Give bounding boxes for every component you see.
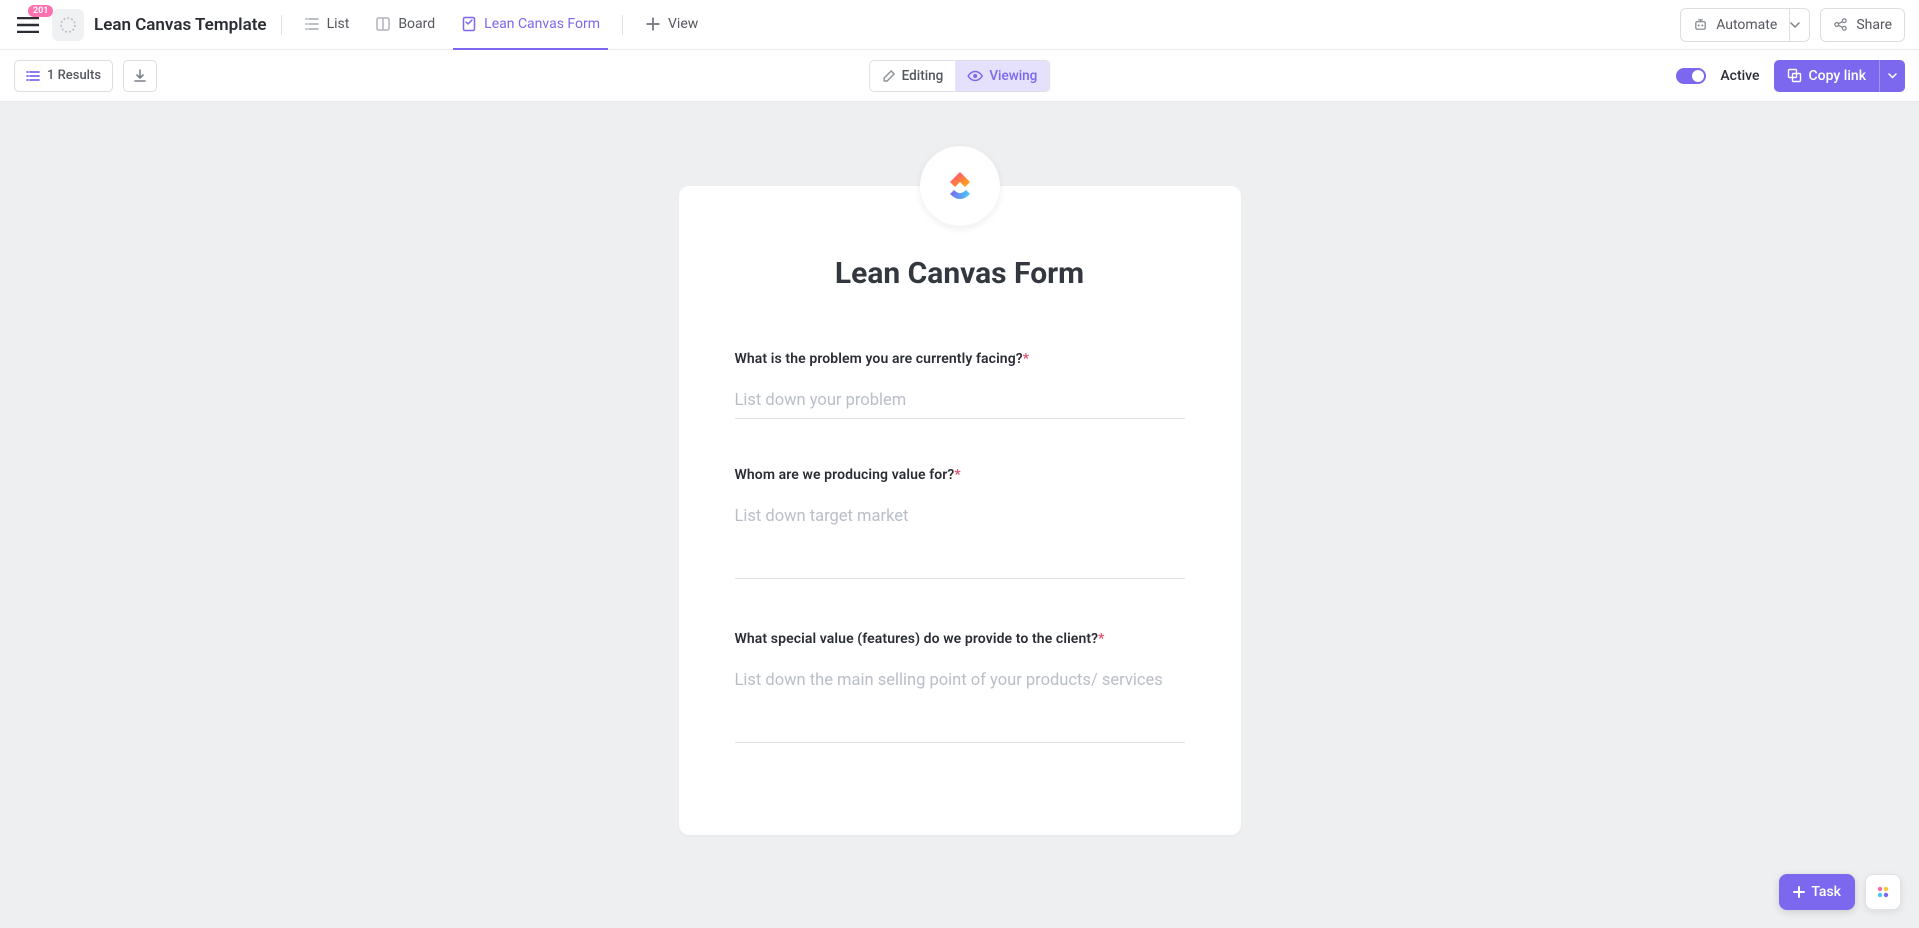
task-label: Task — [1811, 884, 1841, 900]
editing-mode-button[interactable]: Editing — [870, 61, 956, 91]
automate-dropdown[interactable] — [1780, 8, 1810, 42]
active-toggle[interactable] — [1676, 68, 1706, 84]
tab-list[interactable]: List — [296, 0, 358, 50]
field-label: What special value (features) do we prov… — [735, 631, 1185, 647]
active-label: Active — [1720, 68, 1759, 84]
tab-label: List — [327, 16, 350, 32]
automate-button[interactable]: Automate — [1680, 8, 1790, 42]
share-button[interactable]: Share — [1820, 8, 1905, 42]
field-label: Whom are we producing value for?* — [735, 467, 1185, 483]
toolbar: 1 Results Editing Viewing Active Copy li… — [0, 50, 1919, 102]
workspace-icon[interactable] — [52, 9, 84, 41]
field-input-problem[interactable] — [735, 383, 1185, 419]
download-button[interactable] — [123, 60, 157, 92]
results-label: 1 Results — [47, 68, 101, 83]
form-field: What is the problem you are currently fa… — [735, 351, 1185, 419]
results-pill[interactable]: 1 Results — [14, 60, 113, 92]
add-view-button[interactable]: View — [637, 0, 706, 50]
field-input-target-market[interactable] — [735, 499, 1185, 579]
share-label: Share — [1856, 17, 1892, 33]
copy-link-button[interactable]: Copy link — [1774, 60, 1879, 92]
divider — [281, 15, 282, 35]
form-field: Whom are we producing value for?* — [735, 467, 1185, 583]
page-title: Lean Canvas Template — [94, 15, 267, 35]
form-field: What special value (features) do we prov… — [735, 631, 1185, 747]
form-logo — [920, 146, 1000, 226]
field-label: What is the problem you are currently fa… — [735, 351, 1185, 367]
add-view-label: View — [668, 16, 698, 32]
top-bar: 201 Lean Canvas Template List Board Lean… — [0, 0, 1919, 50]
field-input-value[interactable] — [735, 663, 1185, 743]
edit-view-toggle: Editing Viewing — [869, 60, 1051, 92]
copy-link-dropdown[interactable] — [1879, 60, 1905, 92]
copy-link-label: Copy link — [1809, 68, 1866, 84]
form-canvas: Lean Canvas Form What is the problem you… — [0, 102, 1919, 928]
menu-button[interactable]: 201 — [14, 11, 42, 39]
tab-lean-canvas-form[interactable]: Lean Canvas Form — [453, 0, 608, 50]
tab-board[interactable]: Board — [367, 0, 443, 50]
tab-label: Board — [398, 16, 435, 32]
viewing-mode-button[interactable]: Viewing — [955, 61, 1049, 91]
viewing-label: Viewing — [989, 68, 1037, 84]
automate-label: Automate — [1716, 17, 1777, 33]
tab-label: Lean Canvas Form — [484, 16, 600, 32]
apps-button[interactable] — [1865, 874, 1901, 910]
notification-badge: 201 — [28, 5, 53, 17]
form-title: Lean Canvas Form — [735, 256, 1185, 291]
divider — [622, 15, 623, 35]
new-task-button[interactable]: Task — [1779, 874, 1855, 910]
editing-label: Editing — [902, 68, 944, 84]
form-card: Lean Canvas Form What is the problem you… — [679, 186, 1241, 835]
